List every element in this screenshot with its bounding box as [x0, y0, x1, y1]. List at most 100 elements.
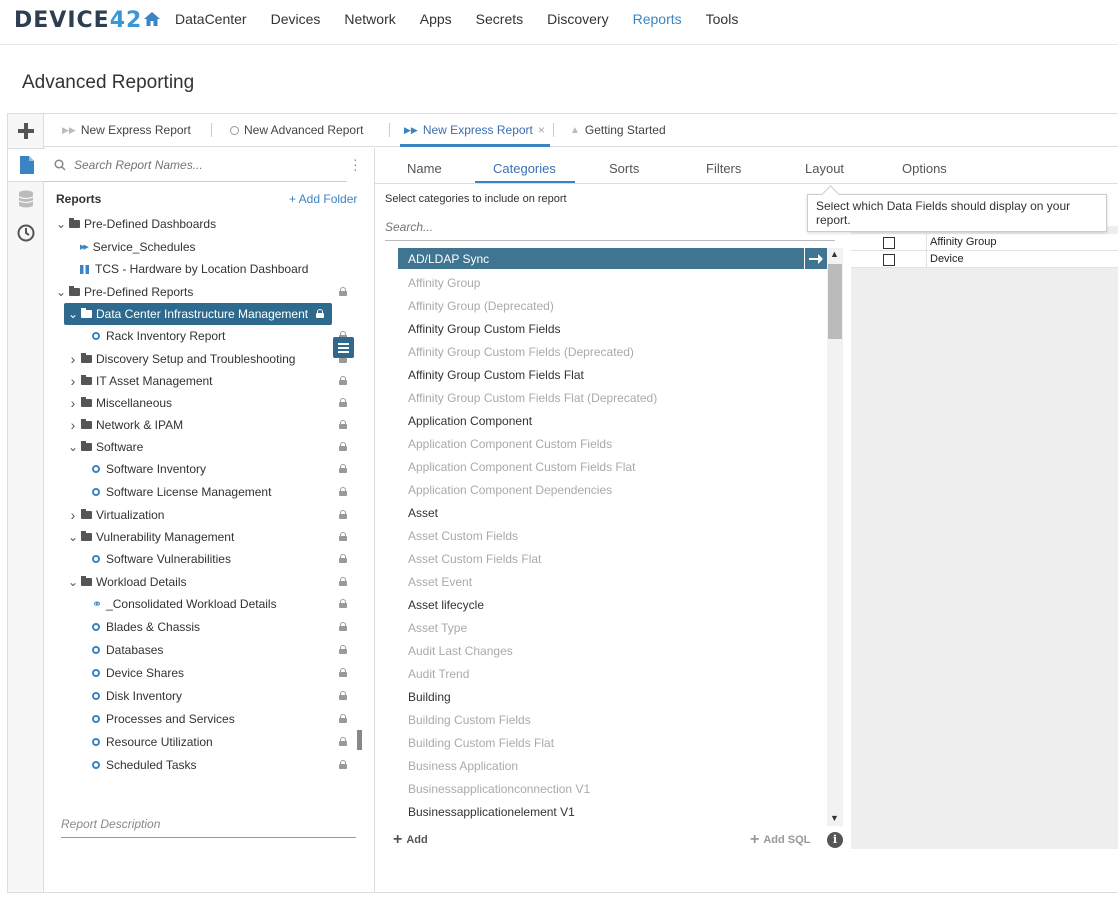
folder-menu-button[interactable]: [333, 337, 354, 358]
report-search-input[interactable]: [74, 157, 314, 172]
database-icon[interactable]: [8, 182, 43, 216]
chevron-right-icon[interactable]: ›: [68, 374, 78, 388]
chevron-down-icon[interactable]: ⌄: [68, 308, 78, 320]
home-icon[interactable]: [143, 10, 161, 28]
category-item[interactable]: Affinity Group: [408, 271, 480, 294]
category-item[interactable]: Asset: [408, 501, 438, 524]
field-checkbox[interactable]: [883, 254, 895, 266]
tree-item[interactable]: Rack Inventory Report: [44, 325, 364, 347]
tree-item[interactable]: › Discovery Setup and Troubleshooting: [44, 348, 364, 370]
tab-new-express-report[interactable]: ▶▶ New Express Report: [62, 123, 191, 137]
scroll-up-icon[interactable]: ▲: [830, 249, 839, 259]
subtab-layout[interactable]: Layout: [805, 161, 844, 176]
category-item[interactable]: Building: [408, 685, 451, 708]
category-item[interactable]: Asset lifecycle: [408, 593, 484, 616]
tree-item[interactable]: ⚭ _Consolidated Workload Details: [44, 593, 364, 615]
tree-item[interactable]: Resource Utilization: [44, 731, 364, 753]
tab-getting-started[interactable]: ▲ Getting Started: [570, 123, 666, 137]
nav-tools[interactable]: Tools: [706, 11, 739, 27]
tree-item[interactable]: › Network & IPAM: [44, 414, 364, 436]
tree-item[interactable]: Software License Management: [44, 481, 364, 503]
tree-item[interactable]: ▶▶ Service_Schedules: [44, 236, 364, 258]
subtab-filters[interactable]: Filters: [706, 161, 741, 176]
tab-new-advanced-report[interactable]: New Advanced Report: [230, 123, 363, 137]
chevron-right-icon[interactable]: ›: [68, 508, 78, 522]
add-folder-link[interactable]: + Add Folder: [289, 192, 357, 206]
nav-datacenter[interactable]: DataCenter: [175, 11, 247, 27]
category-item[interactable]: Application Component: [408, 409, 532, 432]
chevron-down-icon[interactable]: ⌄: [68, 576, 78, 588]
reports-file-icon[interactable]: [8, 148, 45, 182]
device42-logo[interactable]: DEVICE42: [14, 8, 142, 33]
category-scrollbar[interactable]: ▲ ▼: [827, 248, 843, 826]
category-item[interactable]: Affinity Group Custom Fields Flat (Depre…: [408, 386, 657, 409]
category-item[interactable]: Affinity Group Custom Fields: [408, 317, 561, 340]
subtab-name[interactable]: Name: [407, 161, 442, 176]
category-item[interactable]: Building Custom Fields: [408, 708, 531, 731]
tree-item[interactable]: › Miscellaneous: [44, 392, 364, 414]
category-item[interactable]: Affinity Group Custom Fields (Deprecated…: [408, 340, 634, 363]
add-button[interactable]: + Add: [393, 832, 428, 848]
scrollbar-thumb[interactable]: [828, 264, 842, 339]
chevron-down-icon[interactable]: ⌄: [56, 286, 66, 298]
category-item[interactable]: Building Custom Fields Flat: [408, 731, 554, 754]
tree-item[interactable]: Software Inventory: [44, 458, 364, 480]
tree-scrollbar[interactable]: [357, 730, 362, 750]
tree-item[interactable]: ⌄ Workload Details: [44, 571, 364, 593]
nav-devices[interactable]: Devices: [271, 11, 321, 27]
chevron-right-icon[interactable]: ›: [68, 396, 78, 410]
category-item[interactable]: Businessapplicationconnection V1: [408, 777, 590, 800]
category-search-input[interactable]: [385, 220, 835, 234]
tree-item[interactable]: ⌄ Software: [44, 436, 364, 458]
history-clock-icon[interactable]: [8, 216, 43, 250]
category-item[interactable]: Audit Last Changes: [408, 639, 513, 662]
scroll-down-icon[interactable]: ▼: [830, 813, 839, 823]
chevron-right-icon[interactable]: ›: [68, 352, 78, 366]
category-item[interactable]: Asset Custom Fields: [408, 524, 518, 547]
category-item[interactable]: Affinity Group Custom Fields Flat: [408, 363, 584, 386]
category-item[interactable]: Affinity Group (Deprecated): [408, 294, 554, 317]
category-item[interactable]: Business Application: [408, 754, 518, 777]
tree-item[interactable]: TCS - Hardware by Location Dashboard: [44, 258, 364, 280]
subtab-categories[interactable]: Categories: [493, 161, 556, 176]
tree-item[interactable]: ⌄ Pre-Defined Reports: [44, 281, 364, 303]
tree-item[interactable]: ⌄ Vulnerability Management: [44, 526, 364, 548]
chevron-right-icon[interactable]: ›: [68, 418, 78, 432]
nav-network[interactable]: Network: [344, 11, 395, 27]
add-icon[interactable]: [8, 114, 43, 148]
subtab-sorts[interactable]: Sorts: [609, 161, 639, 176]
kebab-menu-icon[interactable]: · · ·: [353, 152, 358, 176]
add-sql-button[interactable]: + Add SQL: [750, 832, 810, 848]
tree-item[interactable]: ⌄ Data Center Infrastructure Management: [64, 303, 332, 325]
category-item[interactable]: Application Component Custom Fields: [408, 432, 612, 455]
tree-item[interactable]: › IT Asset Management: [44, 370, 364, 392]
tree-item[interactable]: Databases: [44, 639, 364, 661]
category-item[interactable]: Audit Trend: [408, 662, 469, 685]
info-icon[interactable]: i: [827, 832, 843, 848]
tree-item[interactable]: Disk Inventory: [44, 685, 364, 707]
category-item[interactable]: Asset Custom Fields Flat: [408, 547, 541, 570]
subtab-options[interactable]: Options: [902, 161, 947, 176]
nav-reports[interactable]: Reports: [633, 11, 682, 27]
add-category-arrow-button[interactable]: [805, 248, 827, 269]
category-item[interactable]: Asset Type: [408, 616, 467, 639]
nav-discovery[interactable]: Discovery: [547, 11, 608, 27]
tree-item[interactable]: › Virtualization: [44, 504, 364, 526]
category-item[interactable]: Application Component Dependencies: [408, 478, 612, 501]
chevron-down-icon[interactable]: ⌄: [68, 531, 78, 543]
category-item[interactable]: Application Component Custom Fields Flat: [408, 455, 635, 478]
chevron-down-icon[interactable]: ⌄: [68, 441, 78, 453]
close-icon[interactable]: ×: [538, 123, 545, 137]
category-item[interactable]: AD/LDAP Sync: [398, 248, 804, 269]
category-item[interactable]: Asset Event: [408, 570, 472, 593]
tree-item[interactable]: Processes and Services: [44, 708, 364, 730]
nav-secrets[interactable]: Secrets: [476, 11, 523, 27]
category-item[interactable]: Businessapplicationelement V1: [408, 800, 575, 823]
tree-item[interactable]: Device Shares: [44, 662, 364, 684]
tree-item[interactable]: ⌄ Pre-Defined Dashboards: [44, 213, 364, 235]
tree-item[interactable]: Software Vulnerabilities: [44, 548, 364, 570]
report-description-field[interactable]: Report Description: [61, 817, 356, 838]
nav-apps[interactable]: Apps: [420, 11, 452, 27]
tree-item[interactable]: Blades & Chassis: [44, 616, 364, 638]
field-checkbox[interactable]: [883, 237, 895, 249]
